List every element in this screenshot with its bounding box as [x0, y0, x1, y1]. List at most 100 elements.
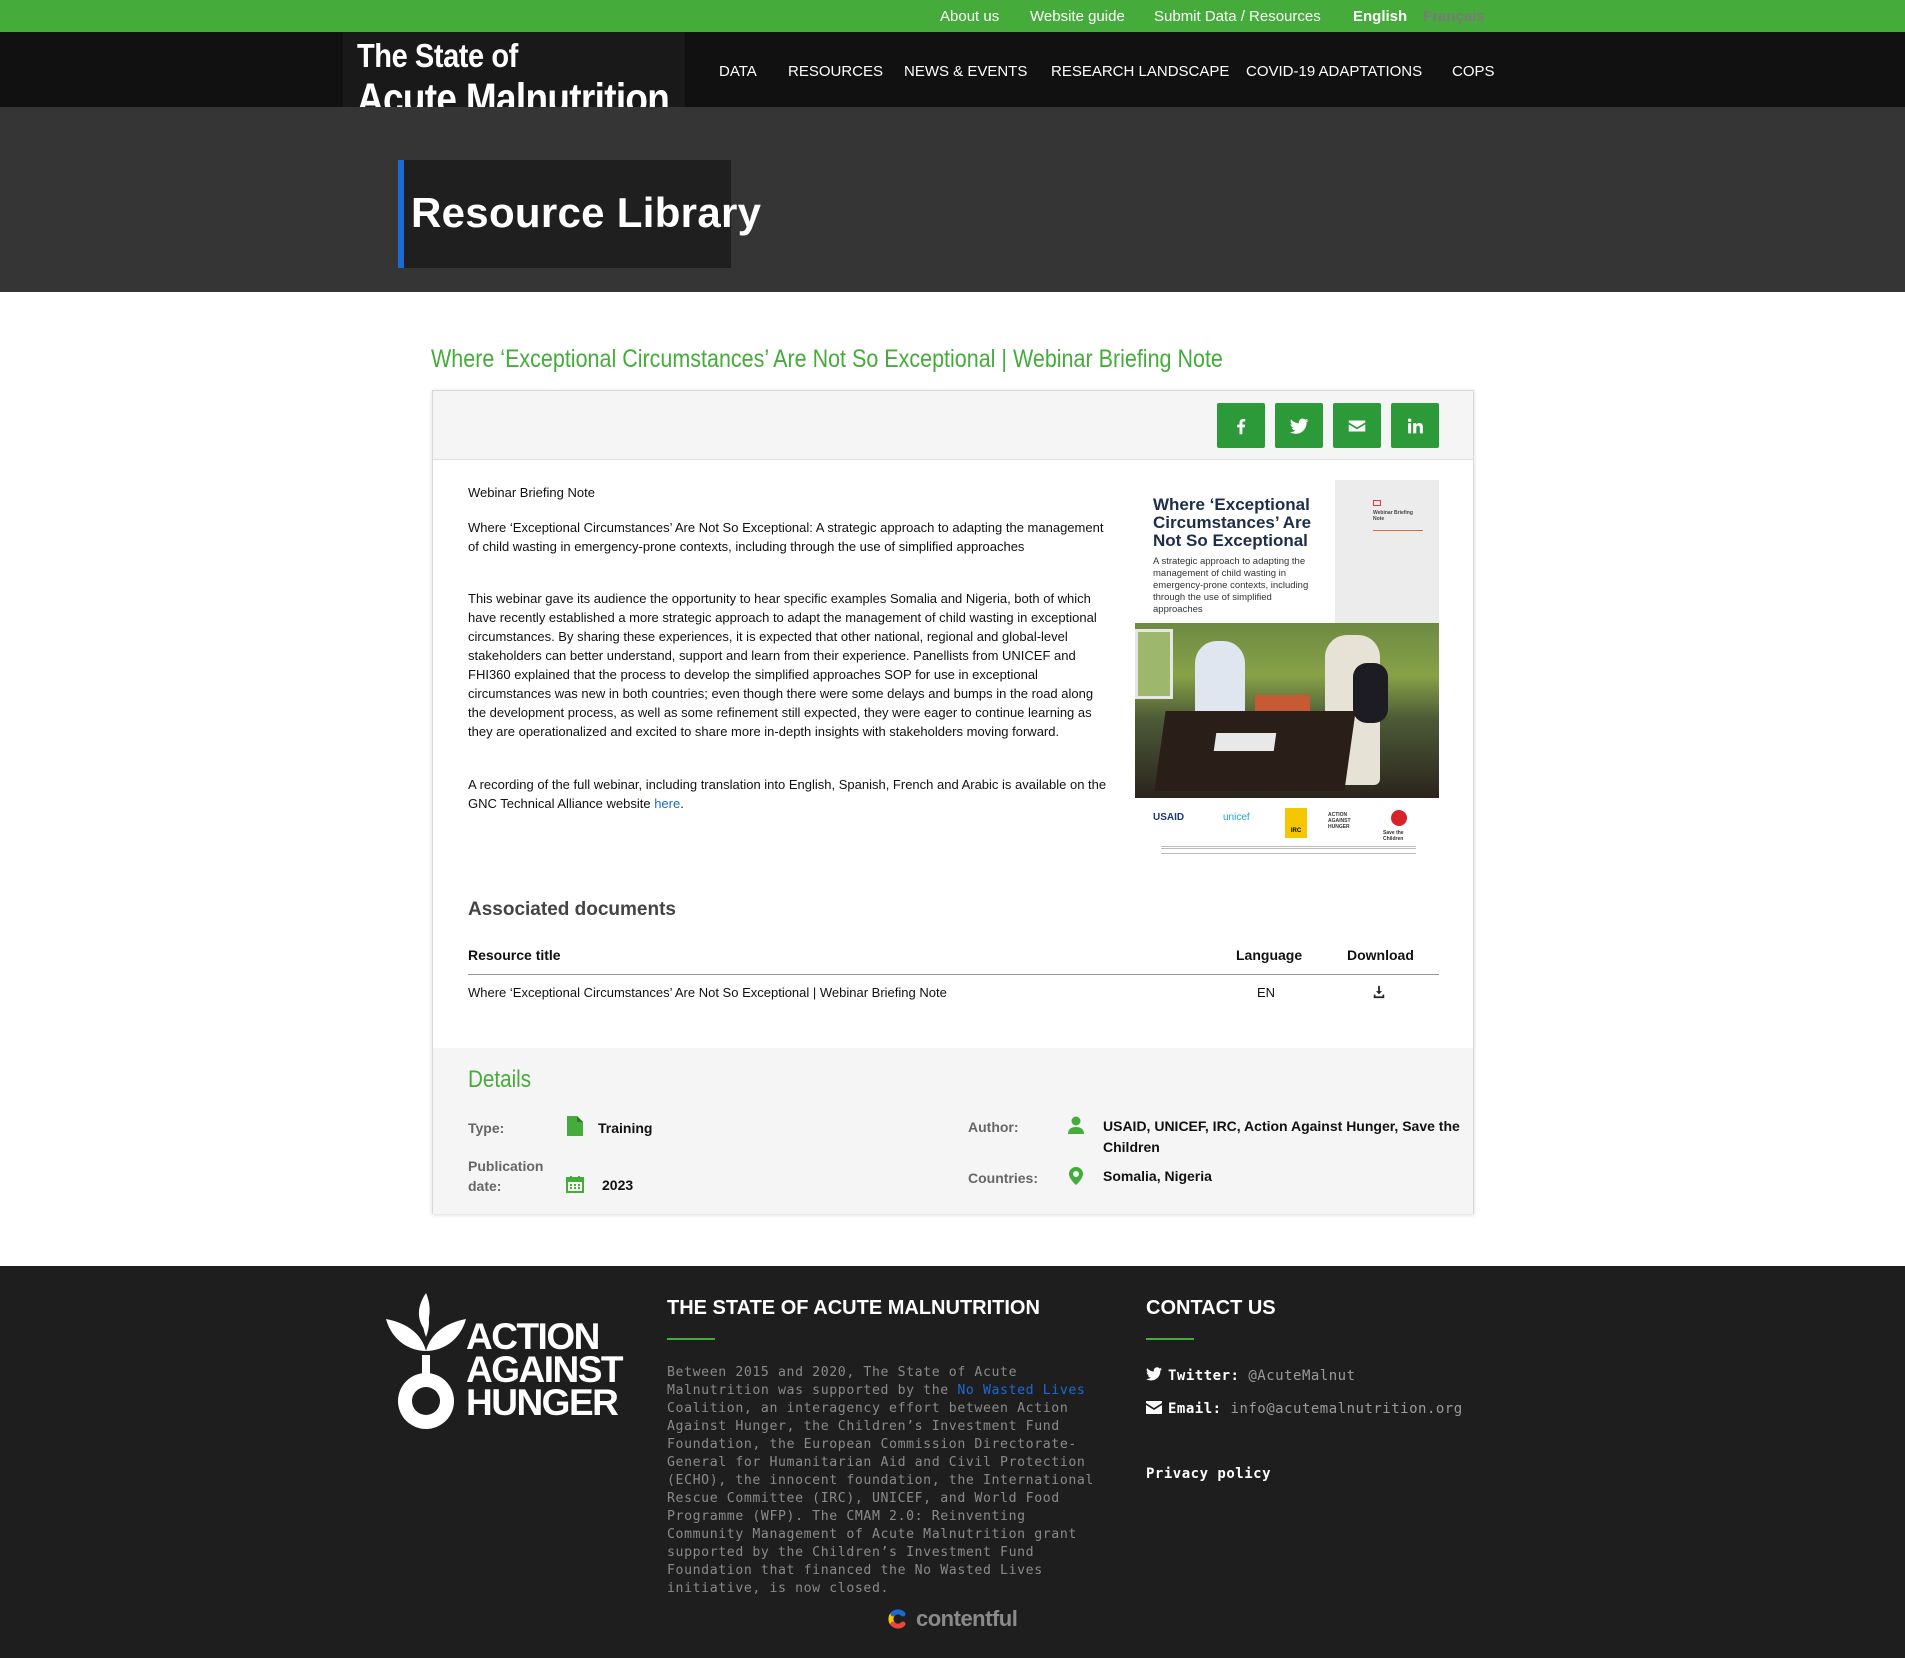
resource-description: This webinar gave its audience the oppor…	[468, 591, 1097, 739]
publication-date-label: Publication date:	[468, 1156, 543, 1196]
publication-date-label-line-2: date:	[468, 1178, 502, 1194]
page-title: Resource Library	[411, 189, 762, 236]
logo-line-1: The State of	[357, 37, 518, 74]
countries-value: Somalia, Nigeria	[1103, 1168, 1212, 1184]
action-against-hunger-wordmark: ACTION AGAINST HUNGER	[466, 1318, 624, 1423]
aah-logo-small: ACTION AGAINST HUNGER	[1328, 812, 1351, 830]
twitter-icon	[1146, 1367, 1162, 1381]
language-french-link[interactable]: Français	[1423, 8, 1485, 25]
irc-logo: IRC	[1285, 808, 1307, 838]
file-icon	[567, 1116, 583, 1136]
table-header-divider	[468, 974, 1439, 975]
cover-badge: Webinar Briefing Note	[1373, 510, 1413, 522]
photo-paper	[1213, 733, 1277, 751]
no-wasted-lives-link[interactable]: No Wasted Lives	[957, 1383, 1085, 1398]
unicef-logo: unicef	[1223, 812, 1250, 823]
cover-badge-rule	[1373, 530, 1423, 531]
website-guide-link[interactable]: Website guide	[1030, 8, 1125, 25]
linkedin-icon	[1407, 417, 1423, 433]
usaid-logo: USAID	[1153, 812, 1185, 823]
cover-partner-logos: USAID unicef IRC ACTION AGAINST HUNGER S…	[1135, 808, 1439, 844]
author-value: USAID, UNICEF, IRC, Action Against Hunge…	[1103, 1116, 1460, 1158]
photo-child	[1353, 663, 1388, 723]
contentful-icon	[888, 1609, 906, 1629]
envelope-icon	[1146, 1401, 1162, 1414]
webinar-icon	[1373, 500, 1381, 506]
document-row-language: EN	[1257, 985, 1276, 1000]
footer-about-heading: THE STATE OF ACUTE MALNUTRITION	[667, 1297, 1040, 1319]
hero-title-box: Resource Library	[398, 160, 761, 268]
author-value-line-1: USAID, UNICEF, IRC, Action Against Hunge…	[1103, 1118, 1460, 1134]
resource-recording-note: A recording of the full webinar, includi…	[468, 775, 1108, 813]
cover-photo	[1135, 623, 1439, 798]
footer-about-text: Between 2015 and 2020, The State of Acut…	[667, 1364, 1097, 1598]
photo-desk	[1154, 711, 1356, 791]
column-language: Language	[1236, 947, 1303, 963]
share-linkedin-button[interactable]	[1391, 403, 1439, 448]
photo-window	[1135, 629, 1173, 699]
nav-news-events[interactable]: NEWS & EVENTS	[904, 63, 1027, 80]
resource-title: Where ‘Exceptional Circumstances’ Are No…	[431, 345, 1223, 373]
cover-subtitle: A strategic approach to adapting the man…	[1153, 556, 1309, 615]
details-heading: Details	[468, 1066, 532, 1093]
cover-side-panel	[1335, 480, 1439, 623]
user-icon	[1068, 1116, 1084, 1134]
email-address: info@acutemalnutrition.org	[1230, 1401, 1463, 1417]
resource-subtitle: Where ‘Exceptional Circumstances’ Are No…	[468, 520, 1104, 554]
share-email-button[interactable]	[1333, 403, 1381, 448]
document-cover-image: Webinar Briefing Note Where ‘Exceptional…	[1135, 480, 1439, 865]
submit-data-link[interactable]: Submit Data / Resources	[1154, 8, 1321, 25]
footer-contact-heading: CONTACT US	[1146, 1297, 1276, 1319]
aah-word-3: HUNGER	[466, 1382, 619, 1423]
nav-cops[interactable]: COPS	[1452, 63, 1495, 80]
about-text-end: Coalition, an interagency effort between…	[667, 1401, 1094, 1596]
cover-title: Where ‘Exceptional Circumstances’ Are No…	[1153, 495, 1312, 550]
resource-type-line: Webinar Briefing Note	[468, 485, 595, 500]
nav-resources[interactable]: RESOURCES	[788, 63, 883, 80]
publication-date-label-line-1: Publication	[468, 1158, 544, 1174]
share-facebook-button[interactable]	[1217, 403, 1265, 448]
associated-documents-heading: Associated documents	[468, 899, 676, 920]
privacy-policy-link[interactable]: Privacy policy	[1146, 1466, 1271, 1482]
share-bar	[433, 391, 1473, 460]
column-resource-title: Resource title	[468, 947, 561, 963]
details-section: Details Type: Training Publication date: …	[433, 1048, 1473, 1214]
document-row-title: Where ‘Exceptional Circumstances’ Are No…	[468, 985, 947, 1000]
resource-card: Webinar Briefing Note Where ‘Exceptional…	[432, 390, 1474, 1214]
email-label: Email:	[1168, 1401, 1222, 1417]
author-value-line-2: Children	[1103, 1139, 1160, 1155]
cover-fine-print-line	[1161, 853, 1416, 854]
type-label: Type:	[468, 1120, 505, 1136]
nav-covid-adaptations[interactable]: COVID-19 ADAPTATIONS	[1246, 63, 1422, 80]
cover-fine-print	[1161, 846, 1416, 849]
contentful-badge[interactable]: contentful	[884, 1605, 1018, 1633]
column-download: Download	[1347, 947, 1414, 963]
email-icon	[1348, 420, 1366, 431]
page-hero	[0, 107, 1905, 292]
twitter-handle: @AcuteMalnut	[1248, 1368, 1356, 1384]
nav-research-landscape[interactable]: RESEARCH LANDSCAPE	[1051, 63, 1229, 80]
author-label: Author:	[968, 1119, 1019, 1135]
language-english-link[interactable]: English	[1353, 8, 1407, 25]
recording-period: .	[680, 796, 684, 811]
countries-label: Countries:	[968, 1170, 1038, 1186]
calendar-icon	[566, 1176, 584, 1193]
download-icon[interactable]	[1372, 985, 1386, 999]
footer-about-underline	[667, 1338, 715, 1340]
map-marker-icon	[1069, 1167, 1083, 1185]
publication-date-value: 2023	[602, 1177, 634, 1193]
footer-twitter[interactable]: Twitter: @AcuteMalnut	[1146, 1367, 1356, 1384]
twitter-label: Twitter:	[1168, 1368, 1240, 1384]
facebook-icon	[1237, 418, 1246, 434]
save-children-icon	[1391, 810, 1407, 826]
nav-data[interactable]: DATA	[719, 63, 757, 80]
about-us-link[interactable]: About us	[940, 8, 999, 25]
recording-text: A recording of the full webinar, includi…	[468, 777, 1107, 811]
type-value: Training	[598, 1120, 653, 1136]
footer-contact-underline	[1146, 1338, 1194, 1340]
top-utility-bar: About us Website guide Submit Data / Res…	[0, 0, 1905, 32]
gnc-here-link[interactable]: here	[654, 796, 680, 811]
footer-email[interactable]: Email: info@acutemalnutrition.org	[1146, 1401, 1463, 1417]
share-twitter-button[interactable]	[1275, 403, 1323, 448]
twitter-icon	[1289, 418, 1309, 434]
